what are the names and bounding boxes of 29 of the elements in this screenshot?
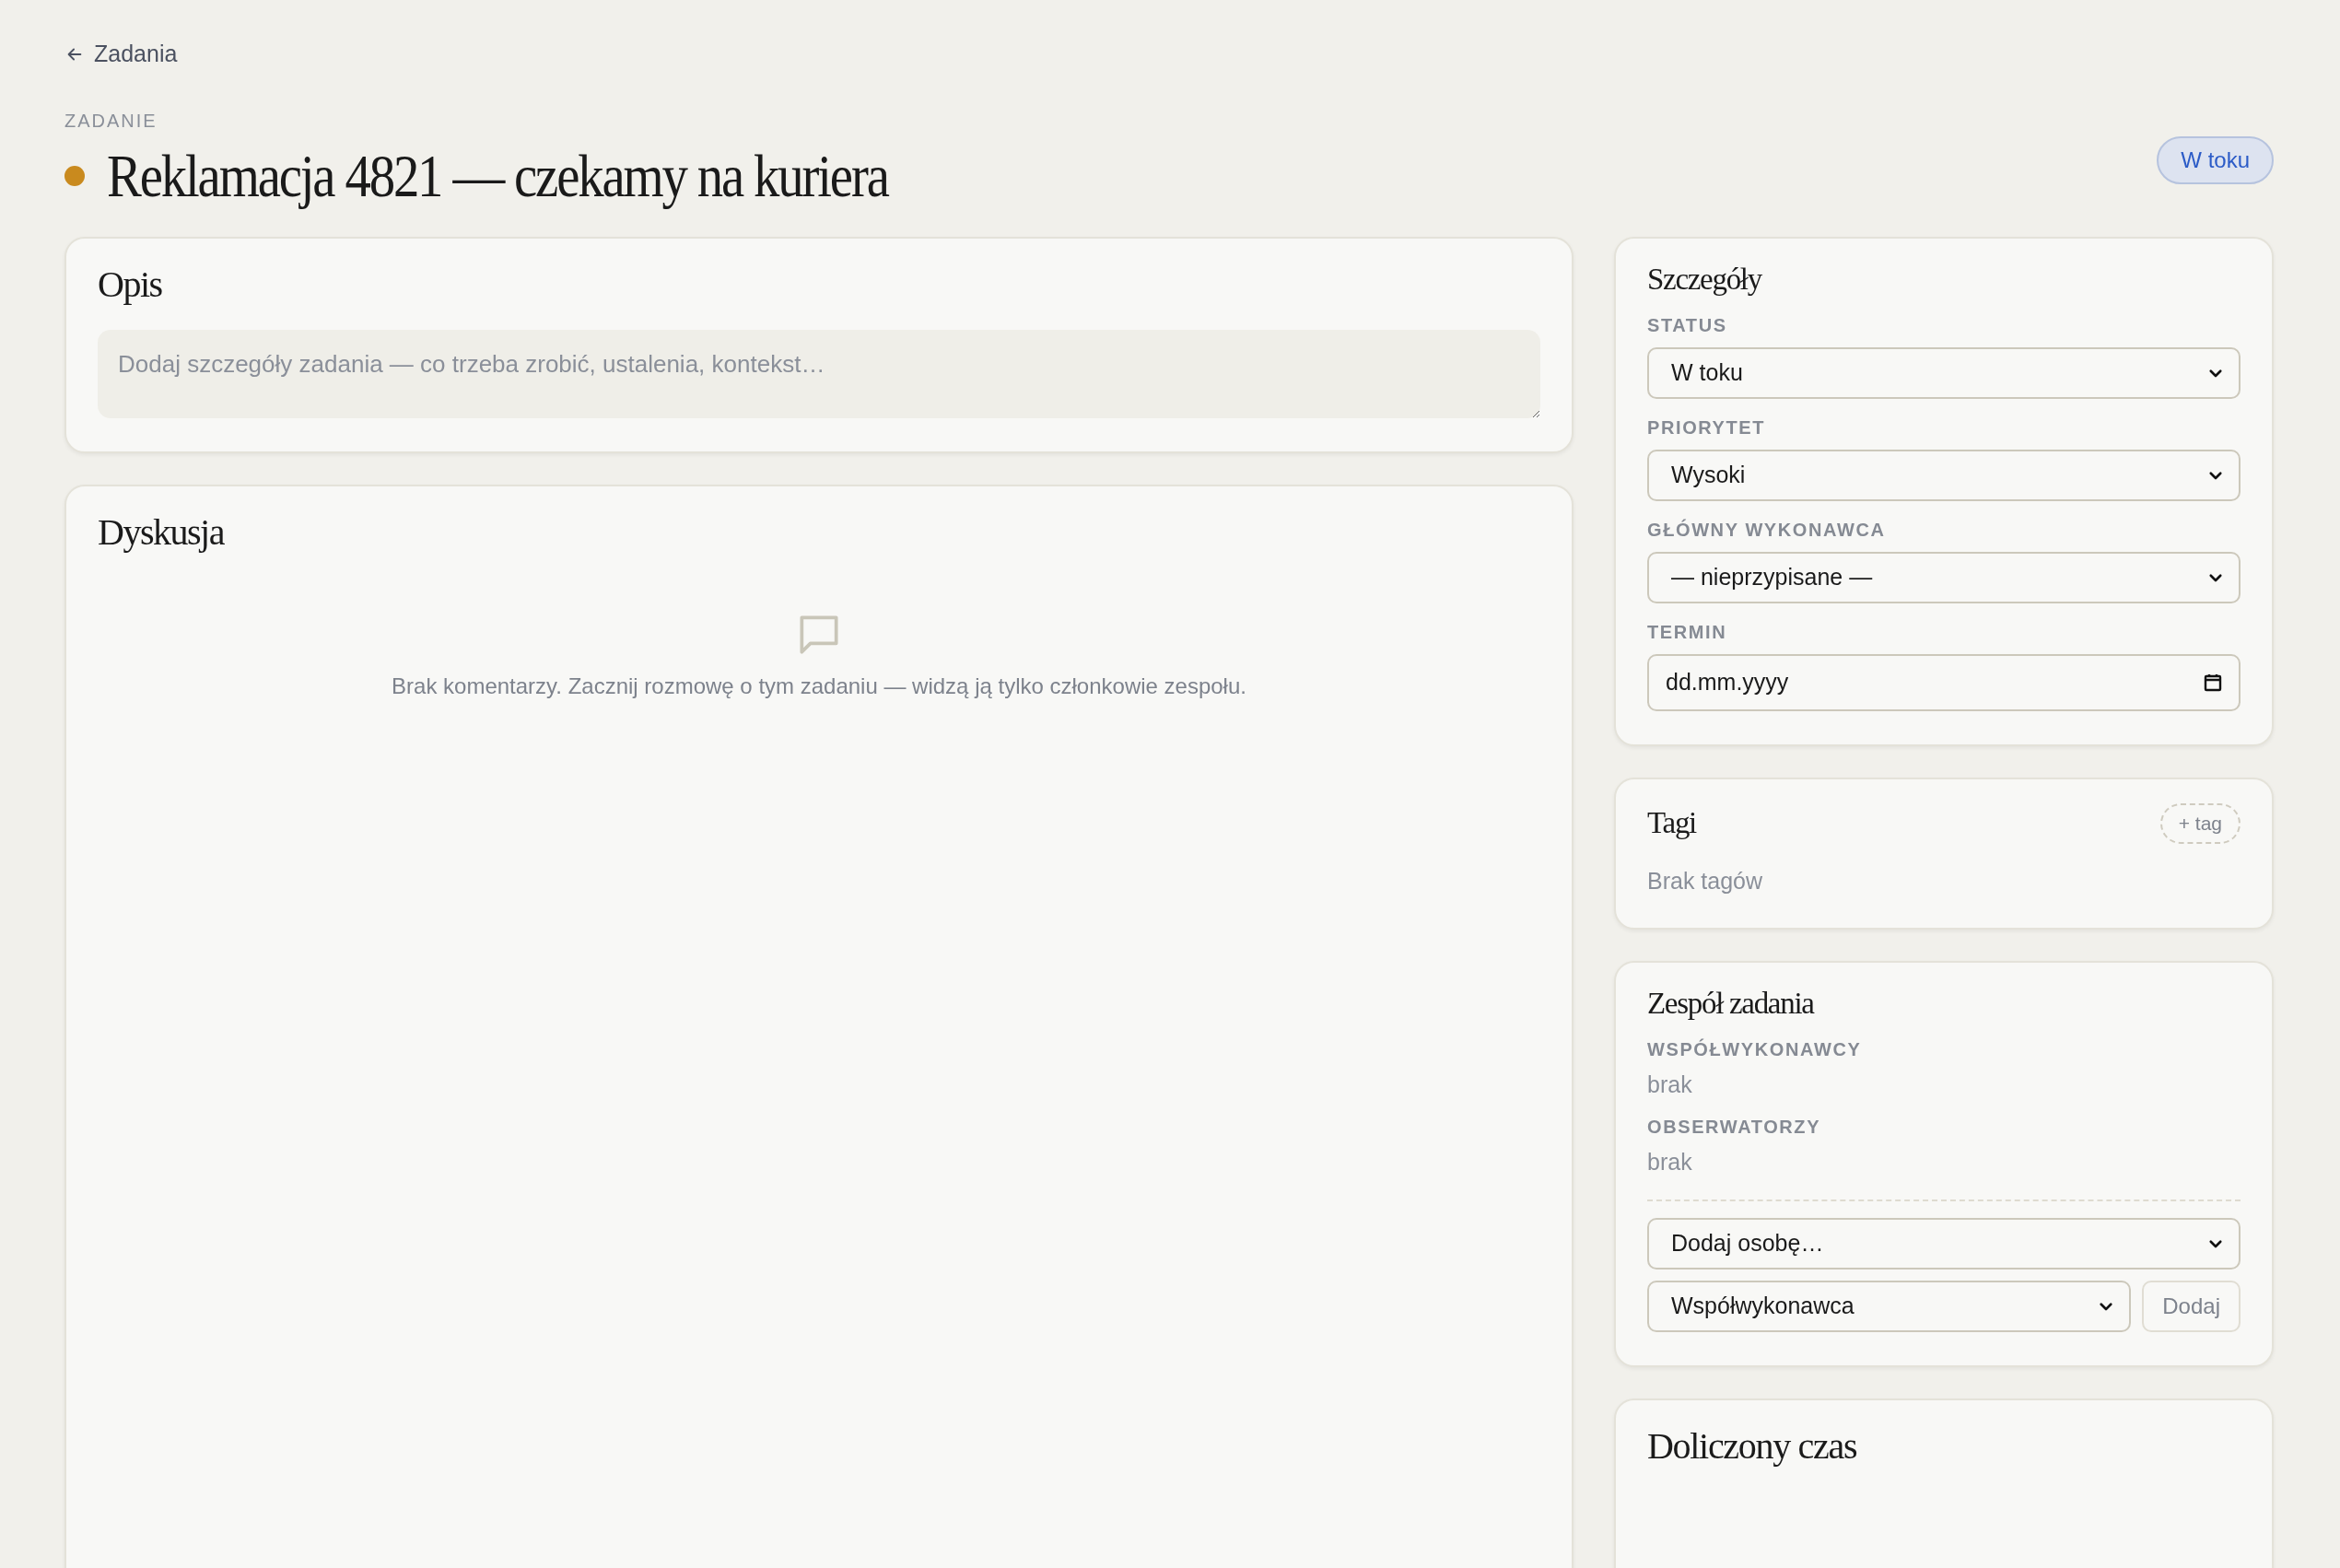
role-select[interactable]: Współwykonawca — [1647, 1280, 2132, 1332]
empty-message: Brak komentarzy. Zacznij rozmowę o tym zadaniu — widzą ją tylko członkowie zespołu. — [392, 673, 1246, 699]
card-title: Doliczony czas — [1647, 1423, 1858, 1468]
section-label: OBSERWATORZY — [1647, 1116, 1822, 1138]
add-tag-button[interactable]: + tag — [2159, 802, 2241, 844]
card-title: Opis — [98, 262, 163, 306]
section-value: brak — [1647, 1071, 1693, 1098]
page-eyebrow: ZADANIE — [64, 110, 158, 132]
person-select[interactable]: Dodaj osobę… — [1647, 1217, 2241, 1270]
section-label: WSPÓŁWYKONAWCY — [1647, 1038, 1863, 1060]
select-field[interactable]: Wysoki — [1647, 449, 2241, 501]
select-field[interactable]: W toku — [1647, 346, 2241, 399]
card-title: Dyskusja — [98, 509, 226, 554]
field-label: GŁÓWNY WYKONAWCA — [1647, 519, 1887, 541]
card-title: Zespół zadania — [1647, 986, 1816, 1021]
add-button[interactable]: Dodaj — [2142, 1280, 2241, 1332]
task-title: Reklamacja 4821 — czekamy na kuriera — [107, 140, 888, 211]
field-label: TERMIN — [1647, 621, 1728, 643]
empty-message: Brak tagów — [1647, 867, 1764, 895]
back-link[interactable]: Zadania — [64, 41, 178, 67]
description-field[interactable]: Dodaj szczegóły zadania — co trzeba zrobić, ustalenia, kontekst… — [98, 329, 1540, 418]
date-field[interactable]: dd.mm.yyyy — [1647, 653, 2241, 711]
field-label: PRIORYTET — [1647, 416, 1767, 439]
section-value: brak — [1647, 1148, 1693, 1176]
select-field[interactable]: — nieprzypisane — — [1647, 551, 2241, 603]
field-label: STATUS — [1647, 314, 1728, 336]
card-title: Tagi — [1647, 806, 1696, 840]
card-title: Szczegóły — [1647, 262, 1763, 297]
status-badge: W toku — [2157, 135, 2274, 184]
